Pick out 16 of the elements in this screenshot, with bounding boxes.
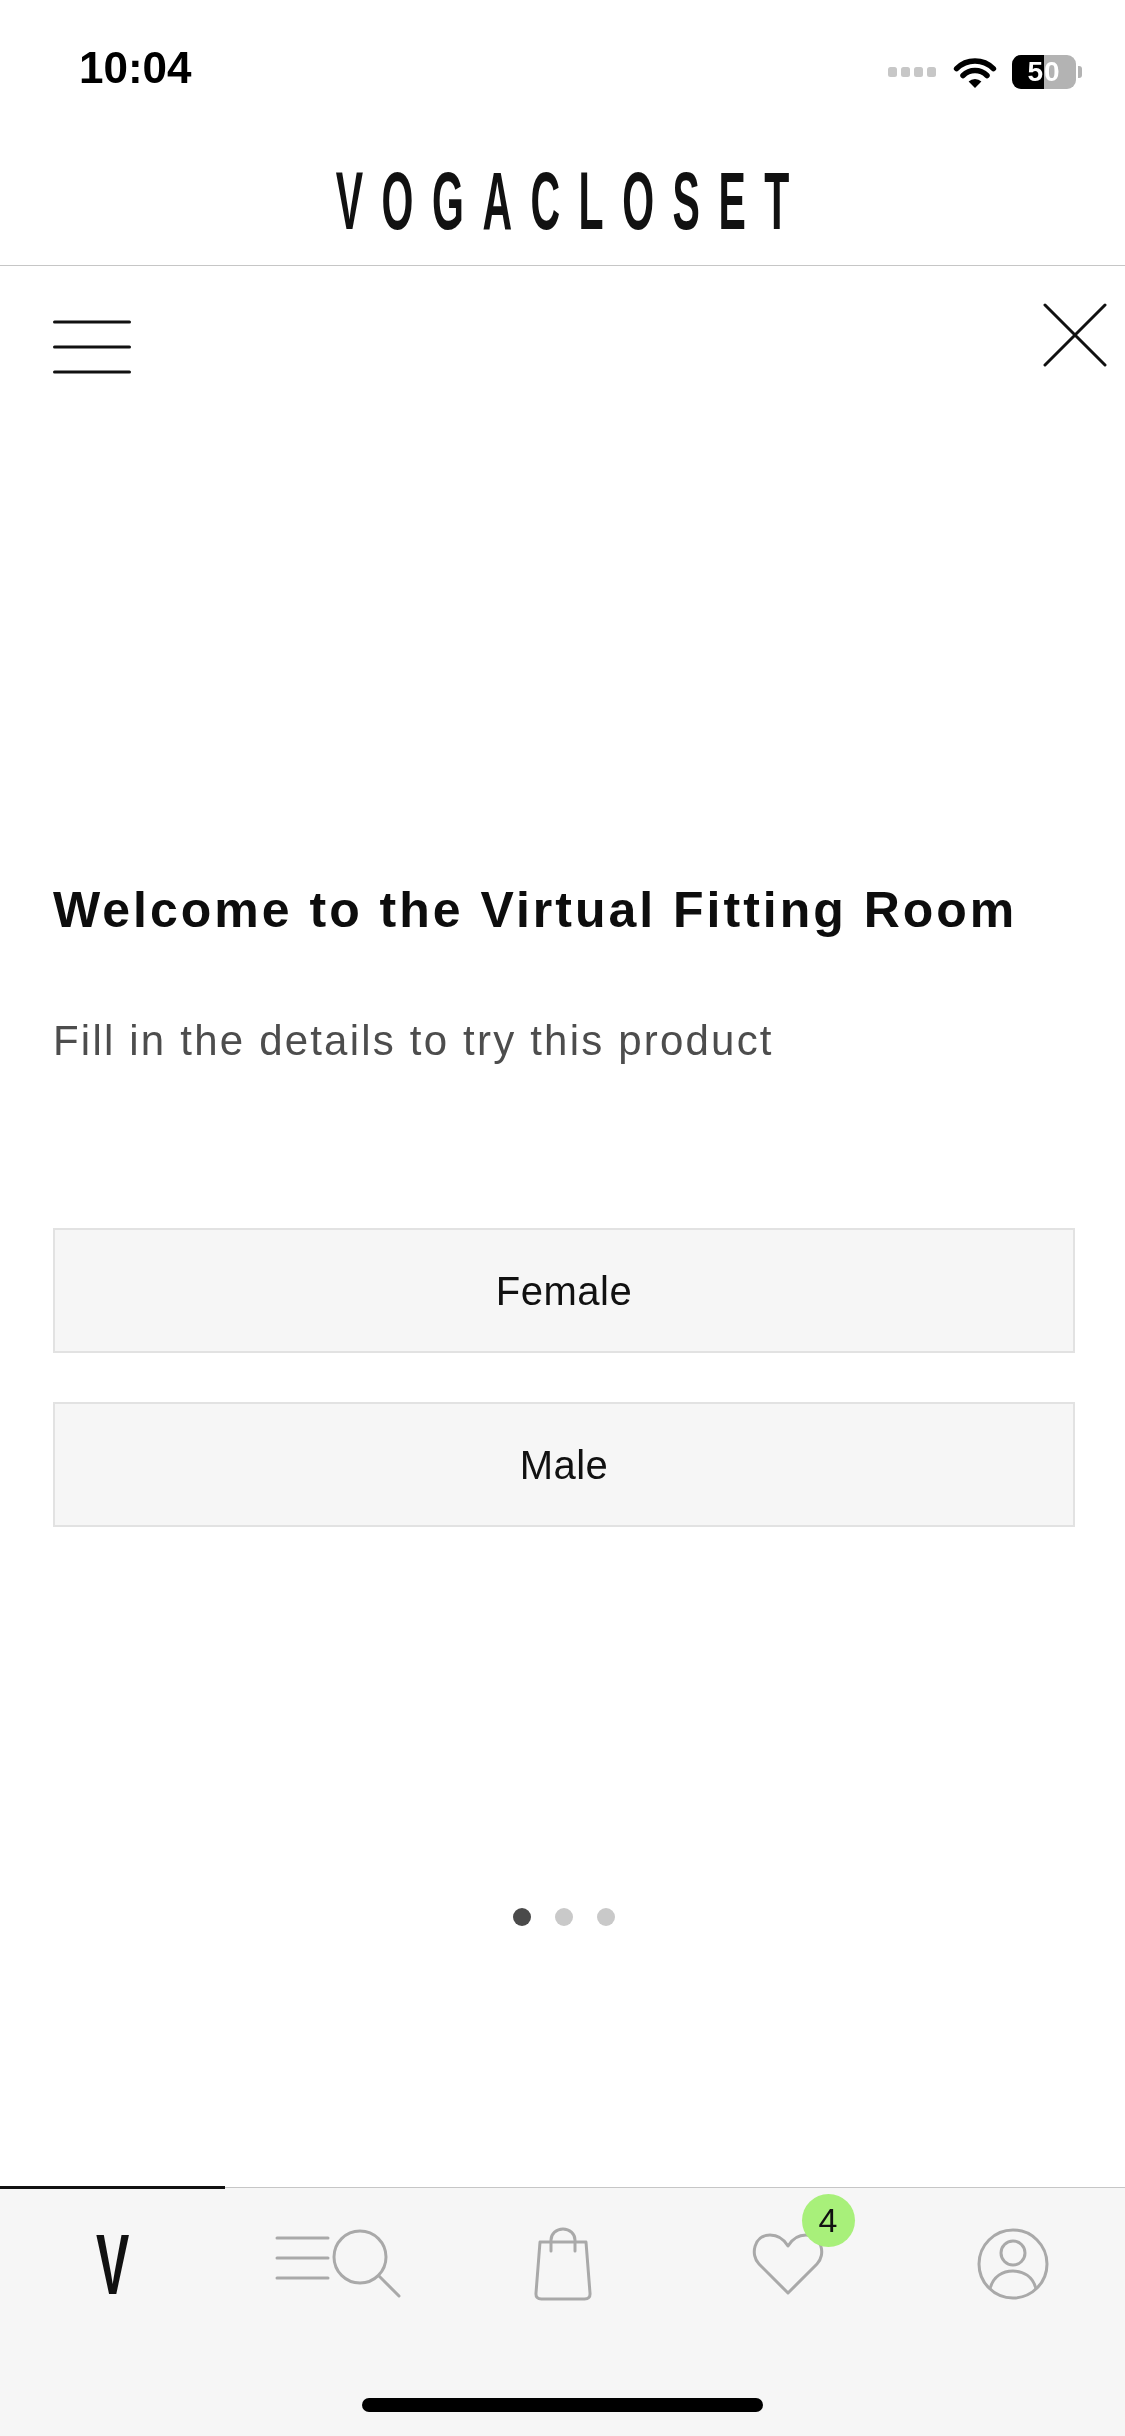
option-button[interactable]: Female bbox=[53, 1228, 1075, 1353]
signal-icon bbox=[888, 67, 936, 77]
user-icon bbox=[976, 2227, 1049, 2300]
wifi-icon bbox=[952, 55, 998, 89]
wishlist-tab[interactable]: 4 bbox=[675, 2186, 900, 2338]
search-icon bbox=[274, 2228, 401, 2299]
home-tab[interactable]: V bbox=[0, 2186, 225, 2338]
page-subtitle: Fill in the details to try this product bbox=[53, 1016, 775, 1066]
menu-icon[interactable] bbox=[53, 320, 131, 374]
count-badge: 4 bbox=[801, 2193, 855, 2247]
close-icon[interactable] bbox=[1043, 303, 1107, 367]
brand-logo: VOGACLOSET bbox=[334, 159, 808, 242]
clock-time: 10:04 bbox=[79, 46, 192, 90]
shopping-bag-icon bbox=[532, 2226, 593, 2301]
option-button[interactable]: Male bbox=[53, 1402, 1075, 1527]
page-title: Welcome to the Virtual Fitting Room bbox=[53, 881, 1019, 940]
